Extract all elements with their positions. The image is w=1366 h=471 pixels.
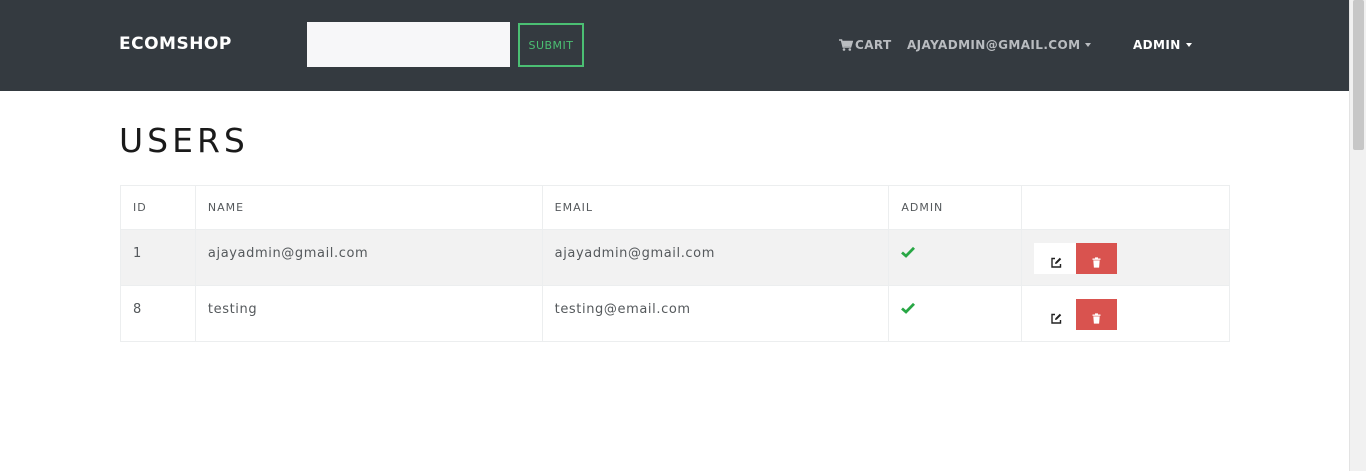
trash-icon xyxy=(1092,312,1101,324)
edit-icon xyxy=(1051,313,1061,324)
user-email-cell: ajayadmin@gmail.com xyxy=(541,229,890,286)
trash-icon xyxy=(1092,256,1101,268)
brand-logo[interactable]: ECOMSHOP xyxy=(119,34,232,54)
search-input[interactable] xyxy=(307,22,510,67)
edit-user-button[interactable] xyxy=(1034,299,1078,330)
scrollbar-thumb[interactable] xyxy=(1353,0,1364,150)
delete-user-button[interactable] xyxy=(1076,243,1118,274)
admin-menu-label: ADMIN xyxy=(1133,38,1181,52)
column-header-actions xyxy=(1021,185,1230,230)
user-name-cell: testing xyxy=(194,285,543,342)
edit-icon xyxy=(1051,257,1061,268)
table-row: 1 ajayadmin@gmail.com ajayadmin@gmail.co… xyxy=(120,229,1230,286)
user-menu-dropdown[interactable]: AJAYADMIN@GMAIL.COM xyxy=(907,38,1092,52)
user-email-link[interactable]: testing@email.com xyxy=(555,302,691,317)
user-id-cell: 1 xyxy=(120,229,196,286)
column-header-admin: ADMIN xyxy=(888,185,1023,230)
navbar: ECOMSHOP SUBMIT CART AJAYADMIN@GMAIL.COM… xyxy=(0,0,1349,91)
column-header-email: EMAIL xyxy=(541,185,890,230)
user-id-cell: 8 xyxy=(120,285,196,342)
submit-button[interactable]: SUBMIT xyxy=(518,23,584,67)
admin-menu-dropdown[interactable]: ADMIN xyxy=(1133,38,1192,52)
cart-label: CART xyxy=(855,38,892,52)
delete-user-button[interactable] xyxy=(1076,299,1118,330)
table-header-row: ID NAME EMAIL ADMIN xyxy=(120,185,1230,230)
chevron-down-icon xyxy=(1185,43,1192,47)
chevron-down-icon xyxy=(1085,43,1092,47)
scrollbar[interactable] xyxy=(1349,0,1366,471)
users-table: ID NAME EMAIL ADMIN 1 ajayadmin@gmail.co… xyxy=(120,185,1230,342)
shopping-cart-icon xyxy=(839,39,853,51)
table-row: 8 testing testing@email.com xyxy=(120,285,1230,342)
column-header-id: ID xyxy=(120,185,196,230)
check-icon xyxy=(901,246,916,258)
page: ECOMSHOP SUBMIT CART AJAYADMIN@GMAIL.COM… xyxy=(0,0,1366,471)
user-admin-cell xyxy=(888,229,1023,286)
user-name-cell: ajayadmin@gmail.com xyxy=(194,229,543,286)
edit-user-button[interactable] xyxy=(1034,243,1079,274)
user-actions-cell xyxy=(1021,285,1230,342)
user-actions-cell xyxy=(1021,229,1230,286)
user-email-link[interactable]: ajayadmin@gmail.com xyxy=(555,246,715,261)
check-icon xyxy=(901,302,916,314)
column-header-name: NAME xyxy=(194,185,543,230)
user-menu-label: AJAYADMIN@GMAIL.COM xyxy=(907,38,1081,52)
user-admin-cell xyxy=(888,285,1023,342)
user-email-cell: testing@email.com xyxy=(541,285,890,342)
cart-link[interactable]: CART xyxy=(839,38,892,52)
page-title: USERS xyxy=(119,121,249,160)
